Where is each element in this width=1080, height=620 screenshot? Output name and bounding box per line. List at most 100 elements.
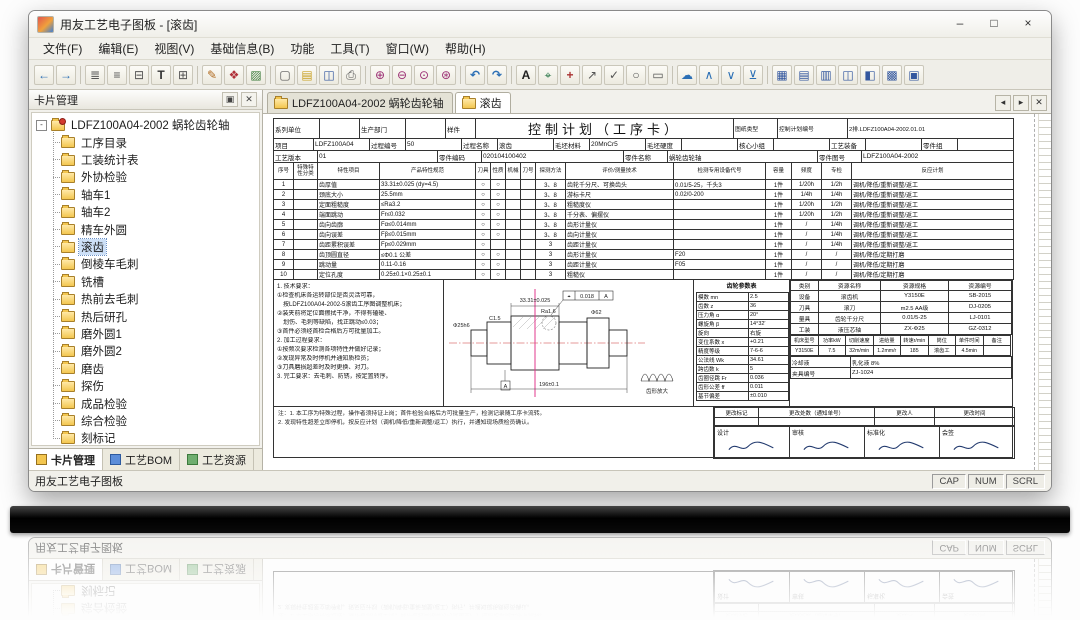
forward-icon[interactable]: → <box>56 65 76 85</box>
cell: 量具 <box>791 313 819 324</box>
fit-view-icon[interactable]: ⊻ <box>743 65 763 85</box>
tab-scroll-right-icon[interactable]: ▸ <box>1013 95 1029 111</box>
menu-item[interactable]: 基础信息(B) <box>202 39 282 58</box>
cross-symbol-icon[interactable]: + <box>560 65 580 85</box>
cell: 3 <box>536 250 566 260</box>
new-file-icon[interactable]: ▢ <box>275 65 295 85</box>
app-icon <box>37 16 54 33</box>
tree-item[interactable]: 精车外圆 <box>49 221 257 238</box>
print-icon[interactable]: ⎙ <box>341 65 361 85</box>
close-button[interactable]: × <box>1013 15 1043 33</box>
tab-close-icon[interactable]: ✕ <box>1031 95 1047 111</box>
signature-label: 会签 <box>942 428 1012 437</box>
card-template-icon[interactable]: ▣ <box>904 65 924 85</box>
doc-tab-hobbing[interactable]: 滚齿 <box>455 92 511 113</box>
table-card-icon[interactable]: ▦ <box>772 65 792 85</box>
layers-icon[interactable]: ≣ <box>85 65 105 85</box>
panel-close-icon[interactable]: ✕ <box>241 92 257 107</box>
table-props-icon[interactable]: ▩ <box>882 65 902 85</box>
tree-item[interactable]: 磨齿 <box>49 360 257 377</box>
frame-icon[interactable]: ▭ <box>648 65 668 85</box>
tree-item[interactable]: 磨外圆1 <box>49 325 257 342</box>
balloon-icon[interactable]: ○ <box>626 65 646 85</box>
pencil-icon[interactable]: ✎ <box>202 65 222 85</box>
tree-item[interactable]: 轴车1 <box>49 186 257 203</box>
prev-view-icon[interactable]: ∧ <box>699 65 719 85</box>
text-style-icon[interactable]: T <box>151 65 171 85</box>
palette-icon[interactable]: ❖ <box>224 65 244 85</box>
scrollbar[interactable] <box>1038 114 1051 470</box>
tree-item[interactable]: 铣槽 <box>49 273 257 290</box>
zoom-in-icon[interactable]: ⊕ <box>370 65 390 85</box>
menu-item[interactable]: 功能 <box>282 39 322 58</box>
cell: ○ <box>491 270 506 280</box>
menu-item[interactable]: 工具(T) <box>322 39 377 58</box>
save-file-icon[interactable]: ◫ <box>319 65 339 85</box>
characteristic-row: 7 齿距累积误差 Fp≤0.029mm ○ 3 <box>274 240 1014 250</box>
tree-item[interactable]: 综合检验 <box>49 412 257 429</box>
tree-item[interactable]: 成品检验 <box>49 395 257 412</box>
redo-icon[interactable]: ↷ <box>487 65 507 85</box>
tab-scroll-left-icon[interactable]: ◂ <box>995 95 1011 111</box>
menu-item[interactable]: 编辑(E) <box>90 39 146 58</box>
pin-icon[interactable]: ▣ <box>222 92 238 107</box>
cell <box>521 200 536 210</box>
field-value: LDFZ100A04 <box>314 139 370 151</box>
tree-item[interactable]: 滚齿 <box>49 238 257 255</box>
datum-icon[interactable]: ⌖ <box>538 65 558 85</box>
note-line: ②发现异常及时停机并通知质检员； <box>277 355 440 364</box>
characteristic-row: 3 定面粗糙度 ≤Ra3.2 ○ ○ 3、8 <box>274 200 1014 210</box>
tree-item[interactable]: 外协检验 <box>49 169 257 186</box>
order-icon[interactable]: ⊟ <box>129 65 149 85</box>
menu-item[interactable]: 帮助(H) <box>437 39 494 58</box>
align-icon[interactable]: ≡ <box>107 65 127 85</box>
tree-item[interactable]: 磨外圆2 <box>49 343 257 360</box>
tree-root-item[interactable]: - LDFZ100A04-2002 蜗轮齿轮轴 <box>34 116 257 134</box>
insert-row-icon[interactable]: ▤ <box>794 65 814 85</box>
merge-cell-icon[interactable]: ◫ <box>838 65 858 85</box>
undo-icon[interactable]: ↶ <box>465 65 485 85</box>
collapse-icon[interactable]: - <box>36 120 47 131</box>
back-icon[interactable]: ← <box>34 65 54 85</box>
tree-item[interactable]: 热后研孔 <box>49 308 257 325</box>
zoom-window-icon[interactable]: ⊙ <box>414 65 434 85</box>
doc-tab-part[interactable]: LDFZ100A04-2002 蜗轮齿轮轴 <box>267 92 453 113</box>
tree-item[interactable]: 工装统计表 <box>49 151 257 168</box>
tree-item[interactable]: 工序目录 <box>49 134 257 151</box>
resource-row: 设备 滚齿机 Y3150E SB-2015 <box>791 291 1012 302</box>
tab-process-resources[interactable]: 工艺资源 <box>180 449 254 470</box>
menu-item[interactable]: 视图(V) <box>146 39 202 58</box>
text-annotation-icon[interactable]: A <box>516 65 536 85</box>
tree-item[interactable]: 轴车2 <box>49 204 257 221</box>
grid-icon[interactable]: ⊞ <box>173 65 193 85</box>
leader-icon[interactable]: ↗ <box>582 65 602 85</box>
minimize-button[interactable]: – <box>945 15 975 33</box>
menu-item[interactable]: 窗口(W) <box>378 39 437 58</box>
field-label: 生产部门 <box>360 119 406 139</box>
image-icon[interactable]: ▨ <box>246 65 266 85</box>
tree-item[interactable]: 刻标记 <box>49 430 257 446</box>
next-view-icon[interactable]: ∨ <box>721 65 741 85</box>
pan-view-icon[interactable]: ☁ <box>677 65 697 85</box>
menu-item[interactable]: 文件(F) <box>35 39 90 58</box>
zoom-out-icon[interactable]: ⊖ <box>392 65 412 85</box>
resource-column-header: 资源名称 <box>819 281 881 291</box>
cell: ○ <box>491 260 506 270</box>
roughness-icon[interactable]: ✓ <box>604 65 624 85</box>
split-cell-icon[interactable]: ◧ <box>860 65 880 85</box>
folder-icon <box>61 328 75 339</box>
tree-item[interactable]: 探伤 <box>49 377 257 394</box>
cell: 3 <box>274 200 294 210</box>
gear-param-row: 变位系数 x +0.21 <box>697 338 789 347</box>
tree-item[interactable]: 倒棱车毛刺 <box>49 256 257 273</box>
tab-card-management[interactable]: 卡片管理 <box>29 449 103 470</box>
open-file-icon[interactable]: ▤ <box>297 65 317 85</box>
tree-item[interactable]: 热前去毛刺 <box>49 291 257 308</box>
zoom-all-icon[interactable]: ⊛ <box>436 65 456 85</box>
tab-process-bom[interactable]: 工艺BOM <box>103 449 180 470</box>
insert-col-icon[interactable]: ▥ <box>816 65 836 85</box>
footnote-line: 2. 发现特性超差立即停机，按反应计划（调机/降低/重新调整/返工）执行，并通知… <box>278 419 709 428</box>
card-header-row1: 系列单位 生产部门 样件 控制计划（工序卡） 图纸类型 控制计划编号 2排.LD… <box>273 118 1014 139</box>
cell: 齿顶圆直径 <box>318 250 380 260</box>
maximize-button[interactable]: □ <box>979 15 1009 33</box>
